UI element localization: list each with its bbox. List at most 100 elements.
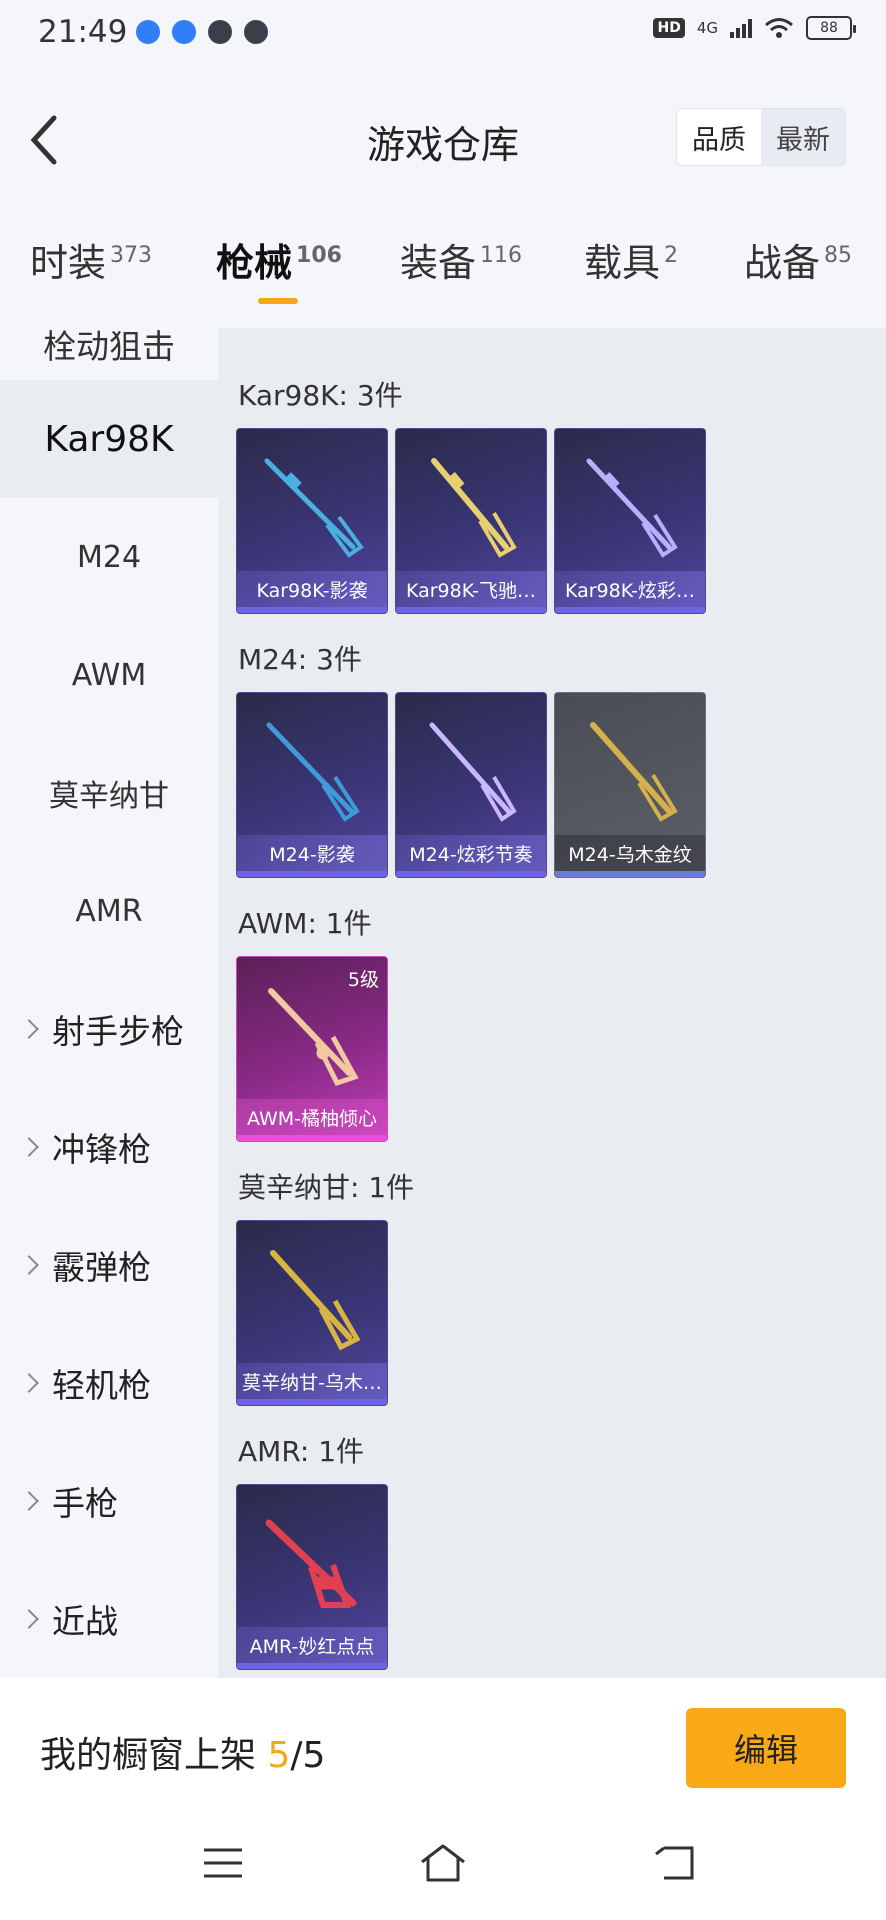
sort-quality-button[interactable]: 品质	[677, 109, 761, 165]
tab-label: 战备	[744, 241, 821, 285]
chevron-right-icon	[19, 1491, 39, 1511]
active-tab-indicator	[258, 298, 298, 304]
tab-count: 116	[480, 243, 523, 269]
skin-name: AMR-妙红点点	[237, 1627, 387, 1663]
sidebar-group-label: 霰弹枪	[52, 1248, 151, 1287]
quality-strip	[237, 1399, 387, 1405]
skin-name: Kar98K-飞驰…	[396, 571, 546, 607]
rifle-icon	[429, 722, 517, 822]
rifle-icon	[264, 458, 364, 558]
tab-label: 枪械	[216, 241, 293, 285]
sidebar-item-bolt-action[interactable]: 栓动狙击	[0, 328, 218, 368]
chevron-right-icon	[19, 1137, 39, 1157]
edit-button[interactable]: 编辑	[686, 1708, 846, 1788]
notification-icons	[136, 20, 268, 44]
sidebar-group-pistol[interactable]: 手枪	[0, 1442, 218, 1560]
sidebar-group-smg[interactable]: 冲锋枪	[0, 1088, 218, 1206]
section-title-mosin: 莫辛纳甘: 1件	[238, 1171, 415, 1204]
book-notification-icon	[244, 20, 268, 44]
sidebar-item-m24[interactable]: M24	[0, 498, 218, 616]
sort-toggle: 品质 最新	[676, 108, 846, 166]
section-title-m24: M24: 3件	[238, 643, 362, 676]
baidu-notification-icon	[172, 20, 196, 44]
status-time: 21:49	[38, 14, 128, 50]
sidebar-item-mosin[interactable]: 莫辛纳甘	[0, 734, 218, 852]
menu-icon[interactable]	[198, 1838, 248, 1888]
weapon-grid: Kar98K: 3件 Kar98K-影袭 Kar98K-飞驰… Kar98K-炫…	[218, 328, 886, 1678]
hd-icon: HD	[653, 18, 685, 38]
skin-name: M24-影袭	[237, 835, 387, 871]
quality-strip	[555, 871, 705, 877]
sidebar-group-melee[interactable]: 近战	[0, 1560, 218, 1678]
sidebar-item-amr[interactable]: AMR	[0, 852, 218, 970]
quality-strip	[237, 607, 387, 613]
section-title-amr: AMR: 1件	[238, 1435, 365, 1468]
skin-card[interactable]: Kar98K-影袭	[236, 428, 388, 614]
signal-icon	[730, 18, 752, 38]
showcase-current: 5	[267, 1735, 291, 1776]
skin-name: 莫辛纳甘-乌木…	[237, 1363, 387, 1399]
link-notification-icon	[208, 20, 232, 44]
sidebar-group-dmr[interactable]: 射手步枪	[0, 970, 218, 1088]
sidebar-group-label: 手枪	[52, 1484, 118, 1523]
skin-card[interactable]: 莫辛纳甘-乌木…	[236, 1220, 388, 1406]
sidebar-group-label: 冲锋枪	[52, 1130, 151, 1169]
quality-strip	[396, 871, 546, 877]
chevron-right-icon	[19, 1255, 39, 1275]
sidebar-group-lmg[interactable]: 轻机枪	[0, 1324, 218, 1442]
section-title-awm: AWM: 1件	[238, 907, 372, 940]
showcase-status: 我的橱窗上架 5/5	[40, 1726, 325, 1778]
tab-supplies[interactable]: 战备 85	[744, 232, 852, 287]
chevron-right-icon	[19, 1373, 39, 1393]
wifi-icon	[765, 18, 793, 38]
skin-name: M24-炫彩节奏	[396, 835, 546, 871]
sidebar-item-kar98k[interactable]: Kar98K	[0, 380, 218, 498]
skin-name: Kar98K-炫彩…	[555, 571, 705, 607]
quality-strip	[237, 871, 387, 877]
sidebar-group-label: 射手步枪	[52, 1012, 184, 1051]
network-type: 4G	[696, 19, 718, 37]
skin-name: M24-乌木金纹	[555, 835, 705, 871]
quality-strip	[237, 1135, 387, 1141]
battery-level: 88	[820, 20, 838, 36]
tab-count: 373	[110, 243, 153, 269]
showcase-label: 我的橱窗上架	[40, 1735, 257, 1776]
sidebar-group-label: 轻机枪	[52, 1366, 151, 1405]
rifle-icon	[268, 988, 359, 1087]
sort-latest-button[interactable]: 最新	[761, 109, 845, 165]
tab-count: 106	[296, 243, 342, 269]
skin-card[interactable]: M24-炫彩节奏	[395, 692, 547, 878]
tab-count: 85	[824, 243, 853, 269]
skin-card[interactable]: Kar98K-飞驰…	[395, 428, 547, 614]
tab-count: 2	[664, 243, 679, 269]
skin-name: Kar98K-影袭	[237, 571, 387, 607]
sidebar-group-label: 近战	[52, 1602, 118, 1641]
back-icon[interactable]	[652, 1838, 702, 1888]
chevron-right-icon	[19, 1609, 39, 1629]
browser-notification-icon	[136, 20, 160, 44]
tab-label: 装备	[400, 241, 477, 285]
quality-strip	[237, 1663, 387, 1669]
skin-card[interactable]: 5级 AWM-橘柚倾心	[236, 956, 388, 1142]
skin-name: AWM-橘柚倾心	[237, 1099, 387, 1135]
tab-equipment[interactable]: 装备 116	[400, 232, 522, 287]
skin-card[interactable]: Kar98K-炫彩…	[554, 428, 706, 614]
weapon-sidebar: 栓动狙击 Kar98K M24 AWM 莫辛纳甘 AMR 射手步枪 冲锋枪 霰弹…	[0, 328, 218, 1678]
battery-icon: 88	[806, 16, 856, 40]
tab-guns[interactable]: 枪械 106	[216, 232, 342, 304]
skin-card[interactable]: AMR-妙红点点	[236, 1484, 388, 1670]
tab-label: 载具	[584, 241, 661, 285]
sidebar-item-awm[interactable]: AWM	[0, 616, 218, 734]
sidebar-group-shotgun[interactable]: 霰弹枪	[0, 1206, 218, 1324]
home-icon[interactable]	[418, 1838, 468, 1888]
tab-fashion[interactable]: 时装 373	[30, 232, 152, 287]
section-title-kar98k: Kar98K: 3件	[238, 379, 403, 412]
tab-vehicles[interactable]: 载具 2	[584, 232, 678, 287]
chevron-right-icon	[19, 1019, 39, 1039]
tab-label: 时装	[30, 241, 107, 285]
showcase-bar: 我的橱窗上架 5/5 编辑	[0, 1678, 886, 1808]
skin-card[interactable]: M24-乌木金纹	[554, 692, 706, 878]
skin-card[interactable]: M24-影袭	[236, 692, 388, 878]
quality-strip	[555, 607, 705, 613]
rifle-icon	[270, 1250, 361, 1351]
